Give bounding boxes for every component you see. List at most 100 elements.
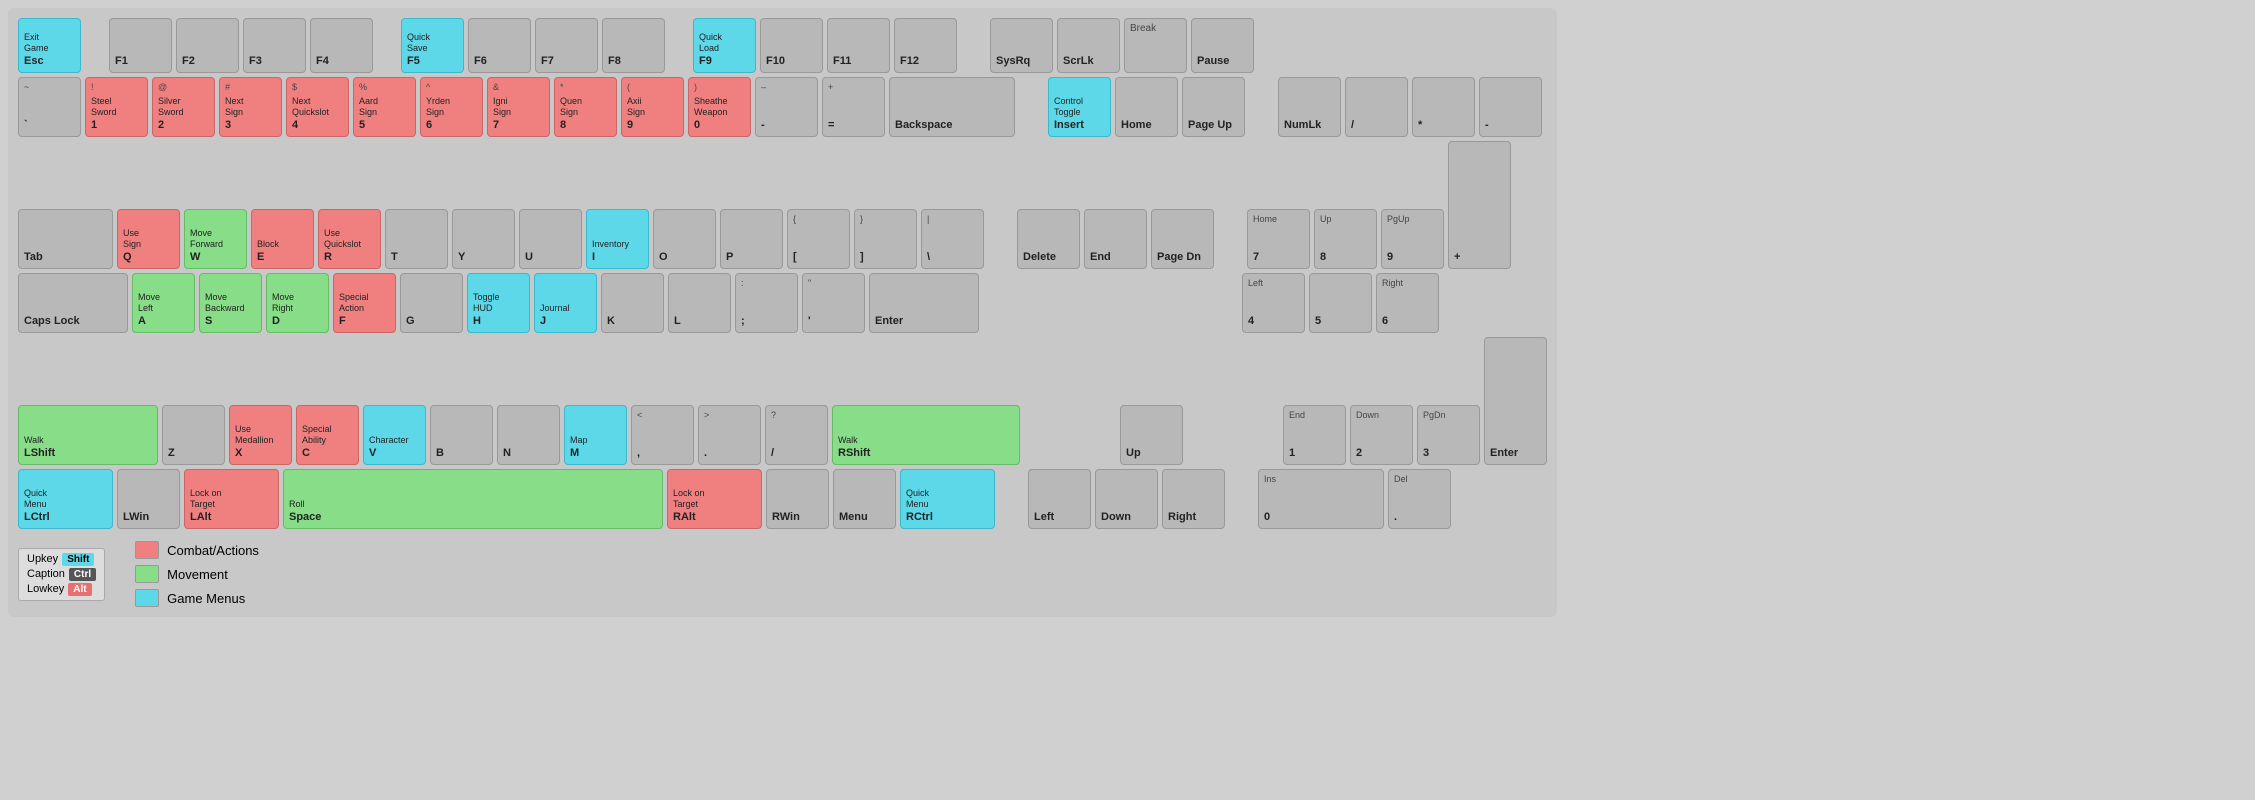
key-f6[interactable]: F6 — [468, 18, 531, 73]
key-6[interactable]: ^ YrdenSign 6 — [420, 77, 483, 137]
key-up[interactable]: Up — [1120, 405, 1183, 465]
key-enter[interactable]: Enter — [869, 273, 979, 333]
key-f10[interactable]: F10 — [760, 18, 823, 73]
key-num8[interactable]: Up 8 — [1314, 209, 1377, 269]
key-c[interactable]: SpecialAbility C — [296, 405, 359, 465]
key-l[interactable]: L — [668, 273, 731, 333]
key-n[interactable]: N — [497, 405, 560, 465]
key-f7[interactable]: F7 — [535, 18, 598, 73]
key-semicolon[interactable]: : ; — [735, 273, 798, 333]
key-slash[interactable]: ? / — [765, 405, 828, 465]
key-num-dot[interactable]: Del . — [1388, 469, 1451, 529]
key-d[interactable]: MoveRight D — [266, 273, 329, 333]
key-left[interactable]: Left — [1028, 469, 1091, 529]
key-num6[interactable]: Right 6 — [1376, 273, 1439, 333]
key-tilde[interactable]: ~ ` — [18, 77, 81, 137]
key-right[interactable]: Right — [1162, 469, 1225, 529]
key-num-slash[interactable]: / — [1345, 77, 1408, 137]
key-f8[interactable]: F8 — [602, 18, 665, 73]
key-e[interactable]: Block E — [251, 209, 314, 269]
key-u[interactable]: U — [519, 209, 582, 269]
key-rwin[interactable]: RWin — [766, 469, 829, 529]
key-lshift[interactable]: Walk LShift — [18, 405, 158, 465]
key-q[interactable]: UseSign Q — [117, 209, 180, 269]
key-numlock[interactable]: NumLk — [1278, 77, 1341, 137]
key-s[interactable]: MoveBackward S — [199, 273, 262, 333]
key-f2[interactable]: F2 — [176, 18, 239, 73]
key-num0[interactable]: Ins 0 — [1258, 469, 1384, 529]
key-menu[interactable]: Menu — [833, 469, 896, 529]
key-m[interactable]: Map M — [564, 405, 627, 465]
key-o[interactable]: O — [653, 209, 716, 269]
key-pagedown[interactable]: Page Dn — [1151, 209, 1214, 269]
key-j[interactable]: Journal J — [534, 273, 597, 333]
key-h[interactable]: ToggleHUD H — [467, 273, 530, 333]
key-4[interactable]: $ NextQuickslot 4 — [286, 77, 349, 137]
key-8[interactable]: * QuenSign 8 — [554, 77, 617, 137]
key-p[interactable]: P — [720, 209, 783, 269]
key-f4[interactable]: F4 — [310, 18, 373, 73]
key-period[interactable]: > . — [698, 405, 761, 465]
key-num7[interactable]: Home 7 — [1247, 209, 1310, 269]
key-5[interactable]: % AardSign 5 — [353, 77, 416, 137]
key-quote[interactable]: " ' — [802, 273, 865, 333]
key-home[interactable]: Home — [1115, 77, 1178, 137]
key-num5[interactable]: 5 — [1309, 273, 1372, 333]
key-y[interactable]: Y — [452, 209, 515, 269]
key-num-plus[interactable]: + — [1448, 141, 1511, 269]
key-lctrl[interactable]: QuickMenu LCtrl — [18, 469, 113, 529]
key-9[interactable]: ( AxiiSign 9 — [621, 77, 684, 137]
key-a[interactable]: MoveLeft A — [132, 273, 195, 333]
key-2[interactable]: @ SilverSword 2 — [152, 77, 215, 137]
key-end[interactable]: End — [1084, 209, 1147, 269]
key-x[interactable]: UseMedallion X — [229, 405, 292, 465]
key-1[interactable]: ! SteelSword 1 — [85, 77, 148, 137]
key-lalt[interactable]: Lock onTarget LAlt — [184, 469, 279, 529]
key-scrlk[interactable]: ScrLk — [1057, 18, 1120, 73]
key-k[interactable]: K — [601, 273, 664, 333]
key-3[interactable]: # NextSign 3 — [219, 77, 282, 137]
key-space[interactable]: Roll Space — [283, 469, 663, 529]
key-f1[interactable]: F1 — [109, 18, 172, 73]
key-minus[interactable]: – - — [755, 77, 818, 137]
key-equals[interactable]: + = — [822, 77, 885, 137]
key-insert[interactable]: ControlToggle Insert — [1048, 77, 1111, 137]
key-v[interactable]: Character V — [363, 405, 426, 465]
key-num3[interactable]: PgDn 3 — [1417, 405, 1480, 465]
key-pause[interactable]: Pause — [1191, 18, 1254, 73]
key-pageup[interactable]: Page Up — [1182, 77, 1245, 137]
key-f11[interactable]: F11 — [827, 18, 890, 73]
key-z[interactable]: Z — [162, 405, 225, 465]
key-f12[interactable]: F12 — [894, 18, 957, 73]
key-0[interactable]: ) SheatheWeapon 0 — [688, 77, 751, 137]
key-f[interactable]: SpecialAction F — [333, 273, 396, 333]
key-lwin[interactable]: LWin — [117, 469, 180, 529]
key-f3[interactable]: F3 — [243, 18, 306, 73]
key-esc[interactable]: ExitGame Esc — [18, 18, 81, 73]
key-rbracket[interactable]: } ] — [854, 209, 917, 269]
key-g[interactable]: G — [400, 273, 463, 333]
key-f5[interactable]: QuickSave F5 — [401, 18, 464, 73]
key-tab[interactable]: Tab — [18, 209, 113, 269]
key-num1[interactable]: End 1 — [1283, 405, 1346, 465]
key-t[interactable]: T — [385, 209, 448, 269]
key-rctrl[interactable]: QuickMenu RCtrl — [900, 469, 995, 529]
key-sysrq[interactable]: SysRq — [990, 18, 1053, 73]
key-i[interactable]: Inventory I — [586, 209, 649, 269]
key-num-minus[interactable]: - — [1479, 77, 1542, 137]
key-ralt[interactable]: Lock onTarget RAlt — [667, 469, 762, 529]
key-down[interactable]: Down — [1095, 469, 1158, 529]
key-backspace[interactable]: Backspace — [889, 77, 1015, 137]
key-num-asterisk[interactable]: * — [1412, 77, 1475, 137]
key-num4[interactable]: Left 4 — [1242, 273, 1305, 333]
key-num9[interactable]: PgUp 9 — [1381, 209, 1444, 269]
key-rshift[interactable]: Walk RShift — [832, 405, 1020, 465]
key-comma[interactable]: < , — [631, 405, 694, 465]
key-b[interactable]: B — [430, 405, 493, 465]
key-f9[interactable]: QuickLoad F9 — [693, 18, 756, 73]
key-capslock[interactable]: Caps Lock — [18, 273, 128, 333]
key-num2[interactable]: Down 2 — [1350, 405, 1413, 465]
key-num-enter[interactable]: Enter — [1484, 337, 1547, 465]
key-w[interactable]: MoveForward W — [184, 209, 247, 269]
key-lbracket[interactable]: { [ — [787, 209, 850, 269]
